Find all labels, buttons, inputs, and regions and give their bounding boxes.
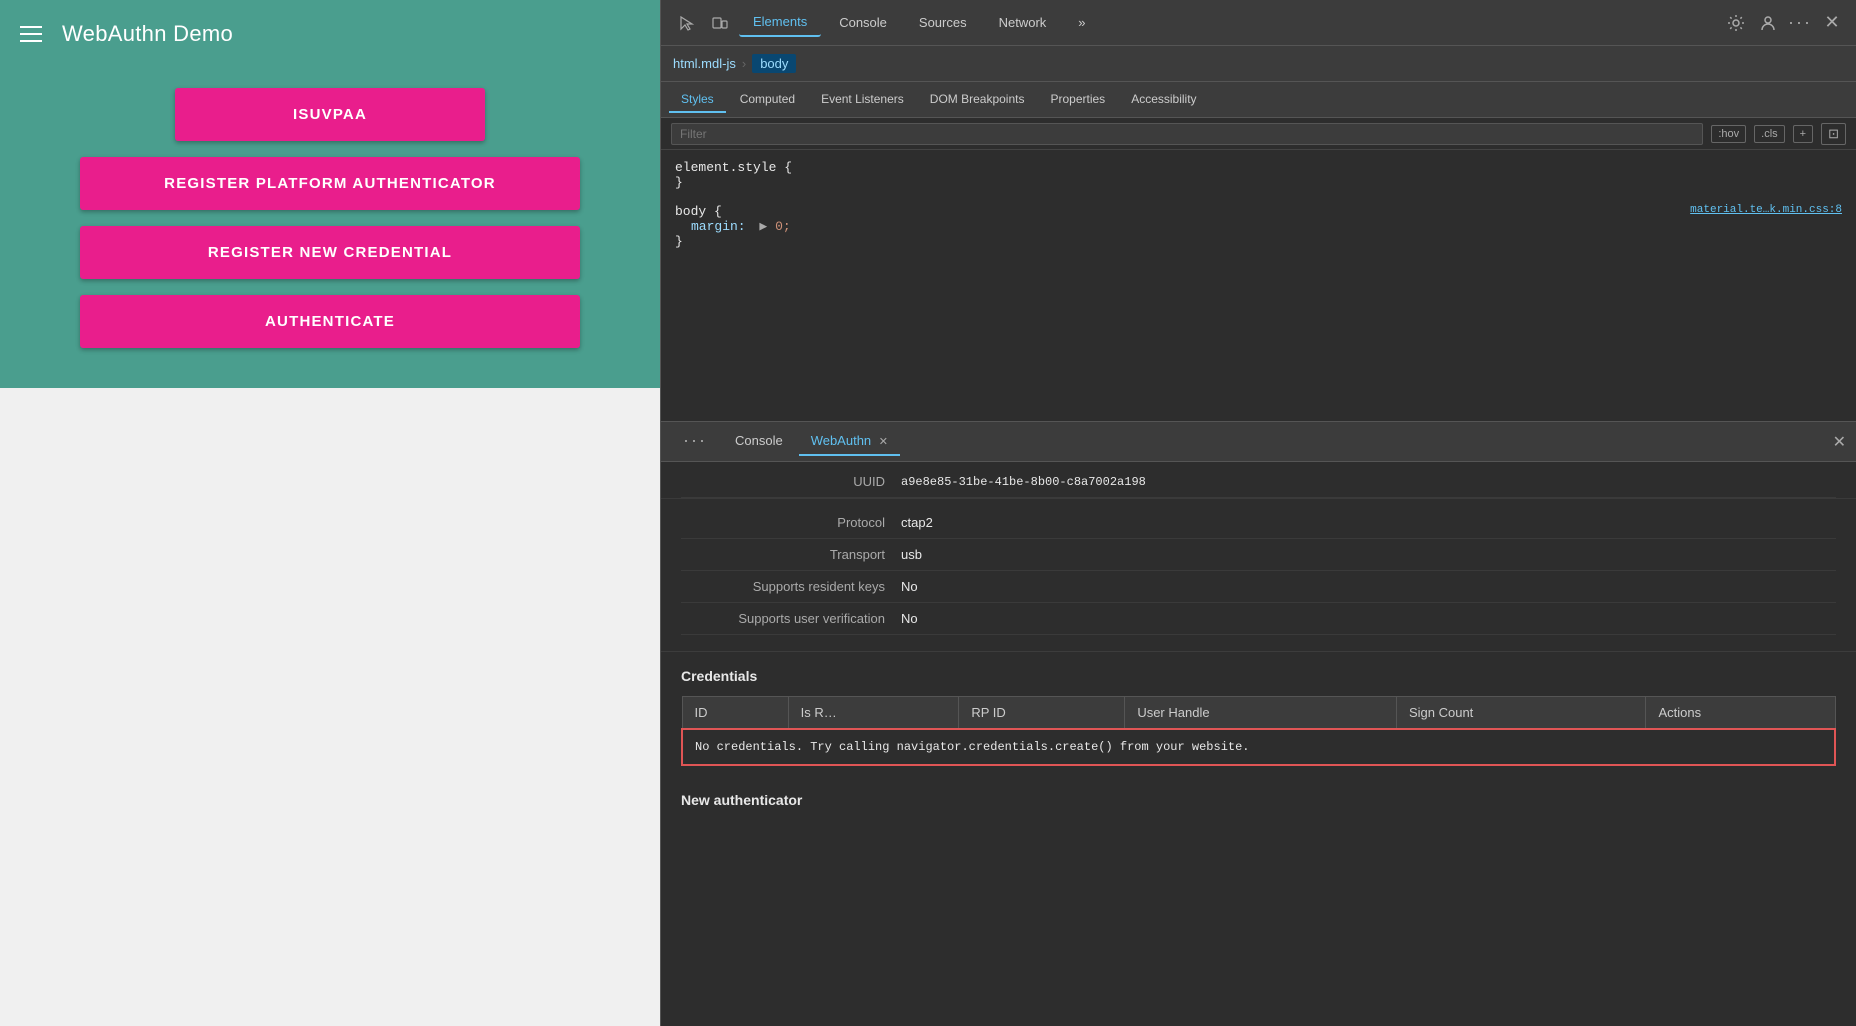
transport-value: usb bbox=[901, 547, 922, 562]
app-content bbox=[0, 388, 660, 1026]
lower-tabs-bar: ··· Console WebAuthn ✕ ✕ bbox=[661, 422, 1856, 462]
col-id: ID bbox=[682, 697, 788, 730]
col-actions: Actions bbox=[1646, 697, 1835, 730]
resident-keys-value: No bbox=[901, 579, 918, 594]
tab-console[interactable]: Console bbox=[825, 9, 901, 36]
tab-lower-webauthn[interactable]: WebAuthn ✕ bbox=[799, 427, 900, 456]
add-style-button[interactable]: + bbox=[1793, 125, 1813, 143]
tab-properties[interactable]: Properties bbox=[1038, 87, 1117, 113]
device-toolbar-icon[interactable] bbox=[705, 8, 735, 38]
register-credential-button[interactable]: REGISTER NEW CREDENTIAL bbox=[80, 226, 580, 279]
no-credentials-cell: No credentials. Try calling navigator.cr… bbox=[682, 729, 1835, 765]
col-sign-count: Sign Count bbox=[1396, 697, 1645, 730]
css-close-brace: } bbox=[675, 175, 683, 190]
css-margin-property: margin: bbox=[691, 219, 746, 234]
authenticator-info: Protocol ctap2 Transport usb Supports re… bbox=[661, 499, 1856, 652]
css-rule-element-style: element.style { } bbox=[675, 160, 1842, 190]
css-rule-body: body { material.te…k.min.css:8 margin: ▶… bbox=[675, 204, 1842, 249]
user-icon[interactable] bbox=[1754, 9, 1782, 37]
app-panel: WebAuthn Demo ISUVPAA REGISTER PLATFORM … bbox=[0, 0, 660, 1026]
col-rp-id: RP ID bbox=[959, 697, 1125, 730]
transport-row: Transport usb bbox=[681, 539, 1836, 571]
tab-elements[interactable]: Elements bbox=[739, 8, 821, 37]
css-body-close-brace: } bbox=[675, 234, 683, 249]
devtools-topbar: Elements Console Sources Network » ··· ✕ bbox=[661, 0, 1856, 46]
tab-dom-breakpoints[interactable]: DOM Breakpoints bbox=[918, 87, 1037, 113]
styles-content: element.style { } body { material.te…k.m… bbox=[661, 150, 1856, 421]
tab-lower-dots[interactable]: ··· bbox=[671, 424, 719, 459]
protocol-label: Protocol bbox=[681, 515, 901, 530]
styles-tabs: Styles Computed Event Listeners DOM Brea… bbox=[661, 82, 1856, 118]
collapse-icon[interactable]: ⊡ bbox=[1821, 123, 1846, 145]
tab-computed[interactable]: Computed bbox=[728, 87, 807, 113]
tab-styles[interactable]: Styles bbox=[669, 87, 726, 113]
devtools-close-icon[interactable]: ✕ bbox=[1818, 9, 1846, 37]
cursor-icon[interactable] bbox=[671, 8, 701, 38]
transport-label: Transport bbox=[681, 547, 901, 562]
breadcrumb-html[interactable]: html.mdl-js bbox=[673, 56, 736, 71]
protocol-row: Protocol ctap2 bbox=[681, 507, 1836, 539]
css-margin-value: 0; bbox=[775, 219, 791, 234]
devtools-breadcrumb: html.mdl-js › body bbox=[661, 46, 1856, 82]
tab-lower-console[interactable]: Console bbox=[723, 427, 795, 456]
uuid-value: a9e8e85-31be-41be-8b00-c8a7002a198 bbox=[901, 475, 1146, 489]
tab-sources[interactable]: Sources bbox=[905, 9, 981, 36]
user-verification-label: Supports user verification bbox=[681, 611, 901, 626]
app-title: WebAuthn Demo bbox=[62, 21, 233, 47]
no-cred-suffix: from your website. bbox=[1113, 740, 1250, 754]
tab-event-listeners[interactable]: Event Listeners bbox=[809, 87, 916, 113]
breadcrumb-body[interactable]: body bbox=[752, 54, 796, 73]
credentials-header-row: ID Is R… RP ID User Handle Sign Count Ac… bbox=[682, 697, 1835, 730]
devtools-lower: ··· Console WebAuthn ✕ ✕ UUID a9e8e85-31… bbox=[661, 422, 1856, 1026]
more-options-icon[interactable]: ··· bbox=[1786, 9, 1814, 37]
resident-keys-row: Supports resident keys No bbox=[681, 571, 1836, 603]
col-is-r: Is R… bbox=[788, 697, 959, 730]
settings-icon[interactable] bbox=[1722, 9, 1750, 37]
user-verification-value: No bbox=[901, 611, 918, 626]
credentials-section: Credentials ID Is R… RP ID User Handle S… bbox=[661, 652, 1856, 782]
uuid-label: UUID bbox=[681, 474, 901, 489]
protocol-value: ctap2 bbox=[901, 515, 933, 530]
styles-filter-row: :hov .cls + ⊡ bbox=[661, 118, 1856, 150]
css-selector: element.style { bbox=[675, 160, 792, 175]
tab-more[interactable]: » bbox=[1064, 9, 1099, 36]
css-triangle-icon[interactable]: ▶ bbox=[759, 219, 767, 234]
webauthn-tab-close-icon[interactable]: ✕ bbox=[879, 436, 888, 448]
user-verification-row: Supports user verification No bbox=[681, 603, 1836, 635]
devtools-upper: Styles Computed Event Listeners DOM Brea… bbox=[661, 82, 1856, 422]
app-header: WebAuthn Demo bbox=[0, 0, 660, 68]
col-user-handle: User Handle bbox=[1125, 697, 1397, 730]
credentials-table: ID Is R… RP ID User Handle Sign Count Ac… bbox=[681, 696, 1836, 766]
isuvpaa-button[interactable]: ISUVPAA bbox=[175, 88, 485, 141]
partial-uuid-row: UUID a9e8e85-31be-41be-8b00-c8a7002a198 bbox=[661, 462, 1856, 499]
hov-button[interactable]: :hov bbox=[1711, 125, 1746, 143]
css-source-link[interactable]: material.te…k.min.css:8 bbox=[1690, 204, 1842, 216]
app-buttons: ISUVPAA REGISTER PLATFORM AUTHENTICATOR … bbox=[0, 68, 660, 388]
new-authenticator-title: New authenticator bbox=[681, 792, 1836, 808]
new-authenticator-section: New authenticator bbox=[661, 782, 1856, 818]
devtools-panel: Elements Console Sources Network » ··· ✕… bbox=[660, 0, 1856, 1026]
tab-network[interactable]: Network bbox=[985, 9, 1061, 36]
no-cred-prefix: No credentials. Try calling bbox=[695, 740, 897, 754]
register-platform-button[interactable]: REGISTER PLATFORM AUTHENTICATOR bbox=[80, 157, 580, 210]
no-cred-code: navigator.credentials.create() bbox=[897, 740, 1113, 754]
credentials-title: Credentials bbox=[681, 668, 1836, 684]
tab-accessibility[interactable]: Accessibility bbox=[1119, 87, 1208, 113]
no-credentials-row: No credentials. Try calling navigator.cr… bbox=[682, 729, 1835, 765]
resident-keys-label: Supports resident keys bbox=[681, 579, 901, 594]
cls-button[interactable]: .cls bbox=[1754, 125, 1785, 143]
styles-filter-input[interactable] bbox=[671, 123, 1703, 145]
css-body-selector: body { bbox=[675, 204, 722, 219]
webauthn-content: UUID a9e8e85-31be-41be-8b00-c8a7002a198 … bbox=[661, 462, 1856, 1026]
lower-close-icon[interactable]: ✕ bbox=[1833, 432, 1846, 452]
hamburger-icon[interactable] bbox=[20, 26, 42, 42]
authenticate-button[interactable]: AUTHENTICATE bbox=[80, 295, 580, 348]
